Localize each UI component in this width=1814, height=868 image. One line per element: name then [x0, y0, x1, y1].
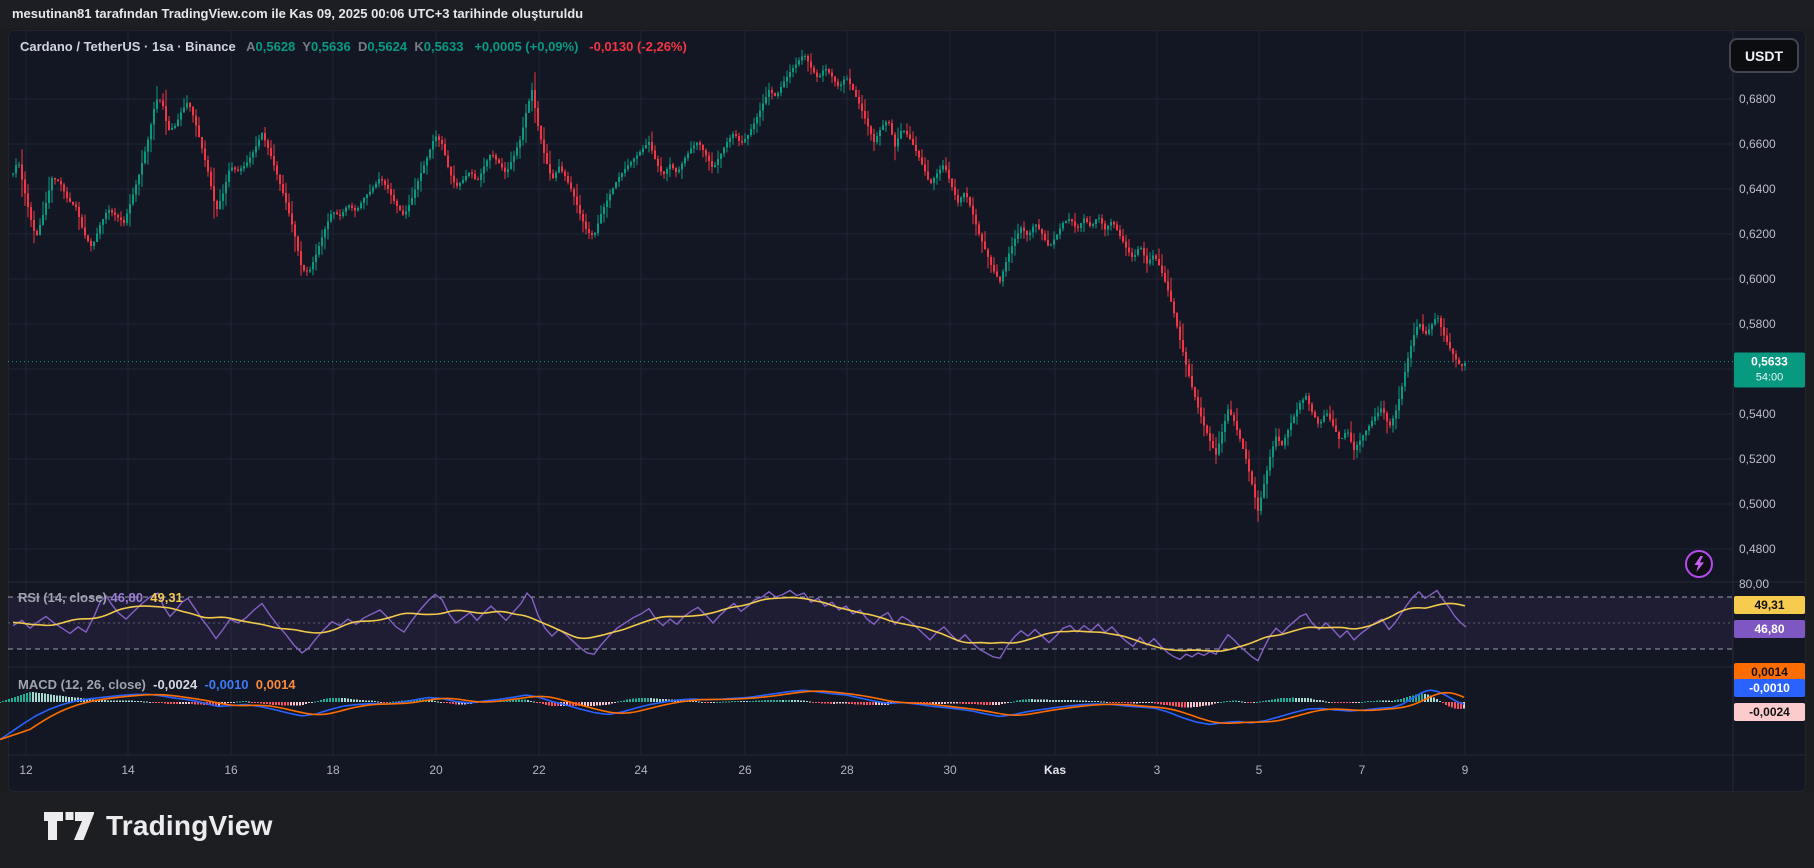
symbol-legend-part: Cardano / TetherUS · 1sa · Binance	[20, 39, 247, 54]
rsi-ma-value-tag: 49,31	[1734, 595, 1805, 614]
time-axis-label: 7	[1358, 763, 1366, 777]
macd-legend-part: MACD (12, 26, close)	[18, 677, 154, 692]
time-axis-label: 24	[634, 763, 648, 777]
price-axis-label: 0,6200	[1739, 227, 1776, 241]
time-axis-label: 20	[429, 763, 443, 777]
symbol-legend-part: D	[357, 39, 368, 54]
time-axis-label: Kas	[1043, 763, 1067, 777]
rsi-legend-part: RSI (14, close)	[18, 590, 111, 605]
rsi-legend: RSI (14, close) 46,80 49,31	[18, 590, 183, 605]
time-axis-label: 5	[1255, 763, 1263, 777]
symbol-legend-part: 0,5628	[255, 39, 303, 54]
price-axis-label: 0,5200	[1739, 452, 1776, 466]
symbol-legend-part: A	[246, 39, 256, 54]
price-axis-label: 0,5800	[1739, 317, 1776, 331]
time-axis-label: 26	[738, 763, 752, 777]
last-price-tag: 0,5633 54:00	[1734, 352, 1805, 388]
currency-toggle-label: USDT	[1744, 47, 1784, 64]
footer-bar: TradingView	[0, 792, 1814, 868]
time-axis-label: 30	[943, 763, 957, 777]
macd-legend: MACD (12, 26, close) -0,0024 -0,0010 0,0…	[18, 677, 296, 692]
currency-toggle-button[interactable]: USDT	[1729, 38, 1799, 73]
chart-canvas[interactable]	[0, 0, 1814, 868]
symbol-legend-part: Y	[302, 39, 311, 54]
symbol-legend-part: 0,5636	[310, 39, 358, 54]
time-axis-label: 9	[1461, 763, 1469, 777]
lightning-icon	[1685, 550, 1713, 578]
symbol-legend: Cardano / TetherUS · 1sa · Binance A0,56…	[20, 39, 687, 54]
time-axis-label: 16	[224, 763, 238, 777]
rsi-axis-label: 80,00	[1739, 577, 1770, 591]
rsi-legend-part: 49,31	[150, 590, 183, 605]
macd-legend-part: 0,0014	[255, 677, 296, 692]
macd-value-tag: -0,0010	[1734, 678, 1805, 697]
price-axis-label: 0,5400	[1739, 407, 1776, 421]
rsi-legend-part: 46,80	[110, 590, 151, 605]
time-axis-label: 18	[326, 763, 340, 777]
rsi-value-tag: 46,80	[1734, 620, 1805, 639]
tradingview-logo-icon	[44, 812, 94, 840]
symbol-legend-part: 0,5633	[423, 39, 475, 54]
tradingview-logo-text: TradingView	[106, 810, 273, 841]
macd-hist-value-tag: -0,0024	[1734, 702, 1805, 721]
price-axis-label: 0,6800	[1739, 92, 1776, 106]
price-axis-label: 0,6400	[1739, 182, 1776, 196]
time-axis-label: 3	[1153, 763, 1161, 777]
time-axis-label: 12	[19, 763, 33, 777]
boost-button[interactable]	[1684, 549, 1714, 579]
symbol-legend-part: K	[414, 39, 424, 54]
symbol-legend-part: +0,0005 (+0,09%)	[474, 39, 590, 54]
price-axis-label: 0,6000	[1739, 272, 1776, 286]
tradingview-snapshot: mesutinan81 tarafından TradingView.com i…	[0, 0, 1814, 868]
macd-legend-part: -0,0024	[153, 677, 205, 692]
price-axis-label: 0,4800	[1739, 542, 1776, 556]
tradingview-brand[interactable]: TradingView	[44, 808, 273, 844]
price-axis-label: 0,6600	[1739, 137, 1776, 151]
time-axis-label: 22	[532, 763, 546, 777]
symbol-legend-part: -0,0130 (-2,26%)	[589, 39, 687, 54]
time-axis-label: 14	[121, 763, 135, 777]
countdown-label: 54:00	[1755, 371, 1784, 384]
symbol-legend-part: 0,5624	[367, 39, 415, 54]
time-axis-label: 28	[840, 763, 854, 777]
macd-legend-part: -0,0010	[204, 677, 256, 692]
price-axis-label: 0,5000	[1739, 497, 1776, 511]
